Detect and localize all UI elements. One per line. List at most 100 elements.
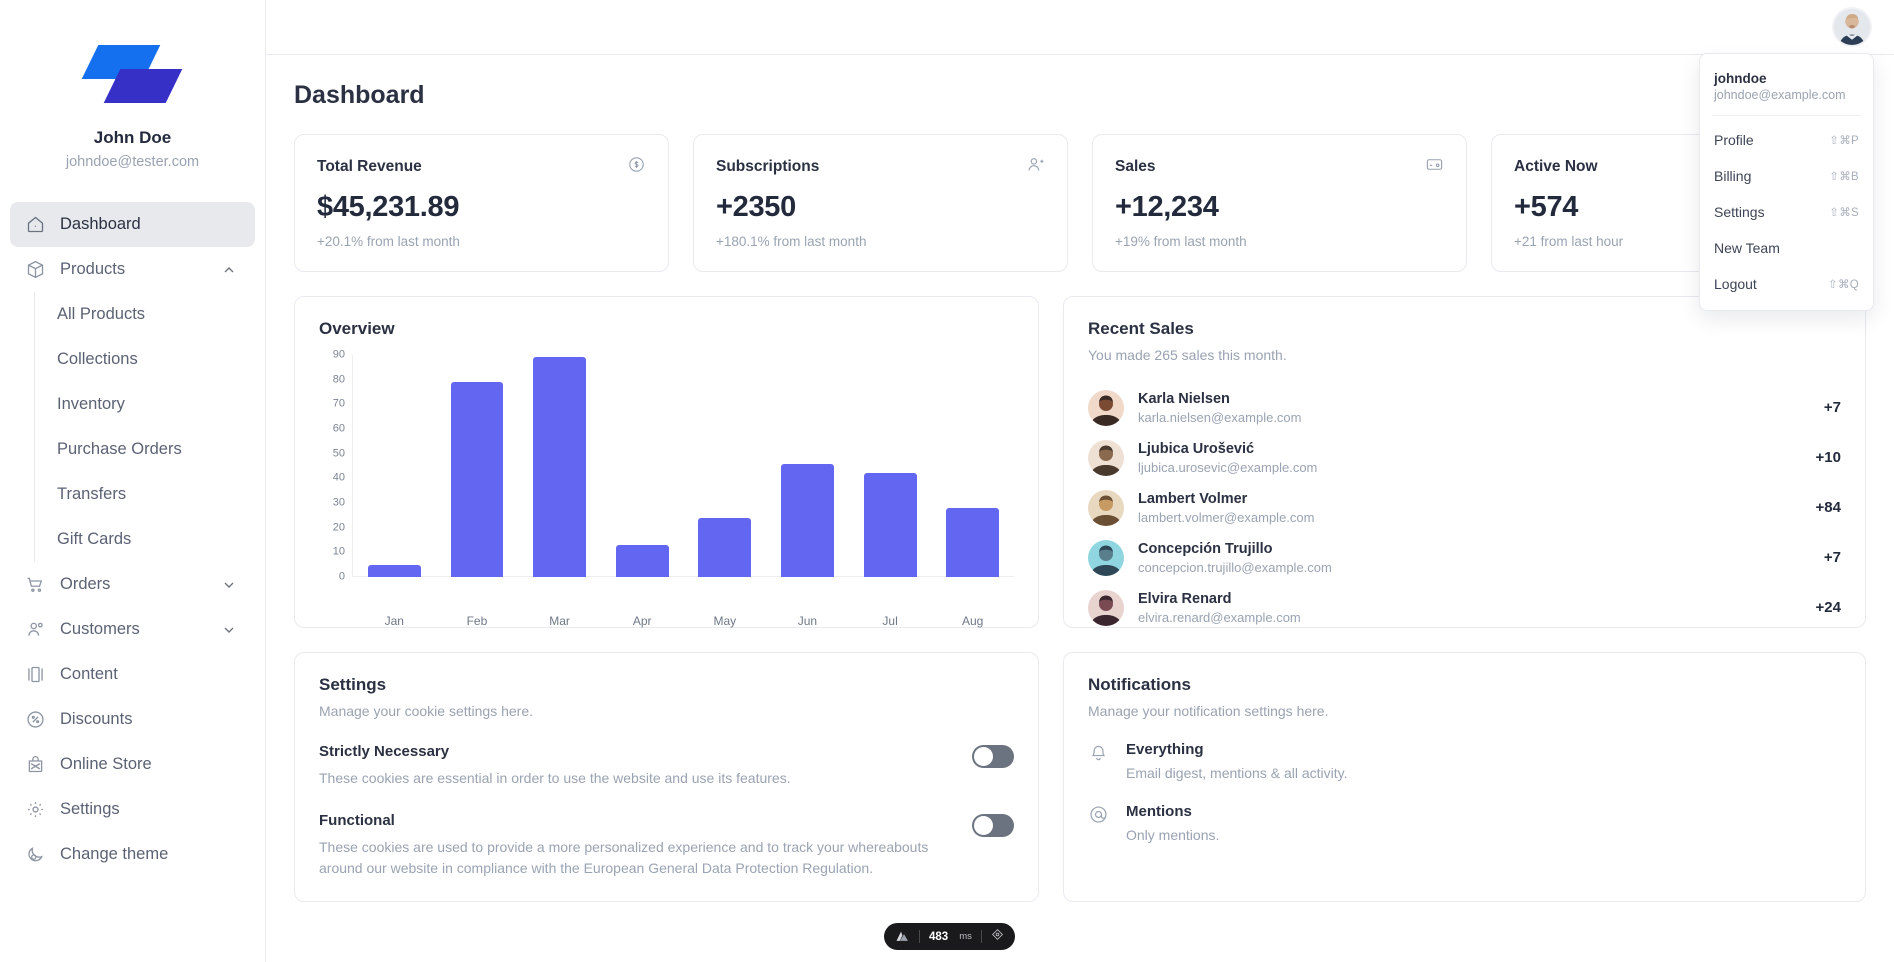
avatar[interactable] (1832, 7, 1872, 47)
chart-bar-column[interactable] (601, 355, 684, 577)
sidebar-item-dashboard[interactable]: Dashboard (10, 202, 255, 247)
sidebar-subitem-collections[interactable]: Collections (35, 337, 265, 382)
sidebar-item-label: Online Store (60, 755, 152, 773)
sidebar-subitem-inventory[interactable]: Inventory (35, 382, 265, 427)
dropdown-item-settings[interactable]: Settings ⇧⌘S (1700, 194, 1873, 230)
bell-icon (1088, 741, 1110, 768)
dropdown-item-profile[interactable]: Profile ⇧⌘P (1700, 122, 1873, 158)
stat-sub: +19% from last month (1115, 234, 1247, 249)
theme-icon (24, 844, 46, 866)
chart-bar[interactable] (450, 382, 504, 577)
toggle-functional[interactable] (972, 814, 1014, 838)
chart-y-tick: 90 (332, 348, 345, 361)
chart-bar[interactable] (533, 357, 586, 577)
sale-amount: +24 (1815, 599, 1841, 616)
dropdown-item-new-team[interactable]: New Team (1700, 230, 1873, 266)
sale-email: elvira.renard@example.com (1138, 609, 1301, 625)
target-icon[interactable] (991, 928, 1004, 946)
chart-bar-column[interactable] (353, 355, 436, 577)
recent-sale-row[interactable]: Ljubica Urošević ljubica.urosevic@example… (1088, 433, 1841, 482)
dropdown-username: johndoe (1714, 71, 1767, 86)
box-icon (24, 259, 46, 281)
badge-unit: ms (959, 931, 972, 942)
chart-bars (353, 355, 1014, 577)
sidebar-item-orders[interactable]: Orders (10, 562, 255, 607)
mid-row: Overview 90 80 70 60 50 40 30 20 10 0 Jan Feb Mar Ap… (294, 296, 1866, 628)
sidebar-item-customers[interactable]: Customers (10, 607, 255, 652)
sidebar-profile-name: John Doe (93, 128, 172, 147)
chart-x-tick: Jan (384, 614, 404, 628)
badge-time: 483 (929, 930, 949, 943)
sidebar-item-settings[interactable]: Settings (10, 787, 255, 832)
sidebar-subitem-gift-cards[interactable]: Gift Cards (35, 517, 265, 562)
stats-row: Total Revenue $45,231.89 +20.1% from las… (294, 134, 1866, 272)
chevron-up-icon[interactable] (221, 262, 237, 278)
stat-value: +12,234 (1115, 191, 1219, 223)
chart-bar[interactable] (863, 473, 917, 577)
setting-name: Functional (319, 812, 395, 830)
sale-name: Elvira Renard (1138, 590, 1232, 607)
chart-bar[interactable] (946, 507, 1000, 577)
sidebar-subitem-purchase-orders[interactable]: Purchase Orders (35, 427, 265, 472)
chart-bar[interactable] (615, 544, 669, 577)
sidebar-item-change-theme[interactable]: Change theme (10, 832, 255, 877)
chart-bar[interactable] (367, 564, 421, 577)
sale-amount: +7 (1823, 549, 1841, 566)
stat-title: Subscriptions (716, 158, 820, 175)
chart-x-tick: Jul (882, 614, 898, 628)
overview-bar-chart: 90 80 70 60 50 40 30 20 10 0 (319, 349, 1014, 607)
notification-option-mentions[interactable]: Mentions Only mentions. (1088, 803, 1841, 843)
sidebar-item-discounts[interactable]: Discounts (10, 697, 255, 742)
performance-badge[interactable]: 483 ms (884, 923, 1015, 950)
stat-title: Active Now (1514, 158, 1598, 175)
dropdown-item-billing[interactable]: Billing ⇧⌘B (1700, 158, 1873, 194)
overview-title: Overview (319, 319, 395, 338)
sidebar-subitem-all-products[interactable]: All Products (35, 292, 265, 337)
sale-name: Ljubica Urošević (1138, 440, 1255, 457)
dropdown-item-label: New Team (1714, 240, 1780, 256)
notification-option-everything[interactable]: Everything Email digest, mentions & all … (1088, 741, 1841, 781)
sale-amount: +10 (1815, 449, 1841, 466)
chevron-down-icon[interactable] (221, 577, 237, 593)
chart-bar[interactable] (698, 517, 752, 577)
recent-sale-row[interactable]: Elvira Renard elvira.renard@example.com +2… (1088, 583, 1841, 632)
chart-bar-column[interactable] (766, 355, 849, 577)
sidebar-item-products[interactable]: Products (10, 247, 255, 292)
chart-bar-column[interactable] (849, 355, 932, 577)
chart-y-tick: 40 (332, 471, 345, 484)
chart-y-tick: 60 (332, 422, 345, 435)
sale-email: karla.nielsen@example.com (1138, 409, 1302, 425)
recent-sale-row[interactable]: Lambert Volmer lambert.volmer@example.com… (1088, 483, 1841, 532)
sidebar-item-label: Content (60, 665, 118, 683)
chart-bar-column[interactable] (436, 355, 519, 577)
notification-desc: Email digest, mentions & all activity. (1126, 765, 1348, 781)
toggle-strictly-necessary[interactable] (972, 745, 1014, 768)
chart-bar[interactable] (781, 463, 834, 577)
chart-y-tick: 70 (332, 397, 345, 410)
sidebar-subitem-transfers[interactable]: Transfers (35, 472, 265, 517)
overview-card: Overview 90 80 70 60 50 40 30 20 10 0 Jan Feb Mar Ap… (294, 296, 1039, 628)
sale-name: Karla Nielsen (1138, 390, 1230, 407)
dropdown-email: johndoe@example.com (1714, 88, 1846, 102)
notification-name: Everything (1126, 741, 1204, 758)
recent-sale-row[interactable]: Concepción Trujillo concepcion.trujillo@e… (1088, 533, 1841, 582)
chart-y-tick: 50 (332, 447, 345, 460)
chart-bar-column[interactable] (931, 355, 1014, 577)
chart-x-tick: Apr (632, 614, 652, 628)
page-content: Dashboard Total Revenue $45,231.89 +20.1… (266, 55, 1894, 962)
badge-divider (919, 930, 920, 943)
notifications-title: Notifications (1088, 675, 1191, 694)
dropdown-item-label: Logout (1714, 276, 1757, 292)
recent-sale-row[interactable]: Karla Nielsen karla.nielsen@example.com +7 (1088, 383, 1841, 432)
chart-bar-column[interactable] (684, 355, 767, 577)
dropdown-item-logout[interactable]: Logout ⇧⌘Q (1700, 266, 1873, 302)
dropdown-item-shortcut: ⇧⌘B (1829, 171, 1859, 183)
chevron-down-icon[interactable] (221, 622, 237, 638)
sidebar-item-content[interactable]: Content (10, 652, 255, 697)
chart-y-tick: 20 (332, 521, 345, 534)
sidebar-item-online-store[interactable]: Online Store (10, 742, 255, 787)
chart-bar-column[interactable] (518, 355, 601, 577)
app-logo[interactable] (0, 34, 265, 118)
badge-divider (980, 930, 982, 943)
at-icon (1088, 803, 1110, 830)
